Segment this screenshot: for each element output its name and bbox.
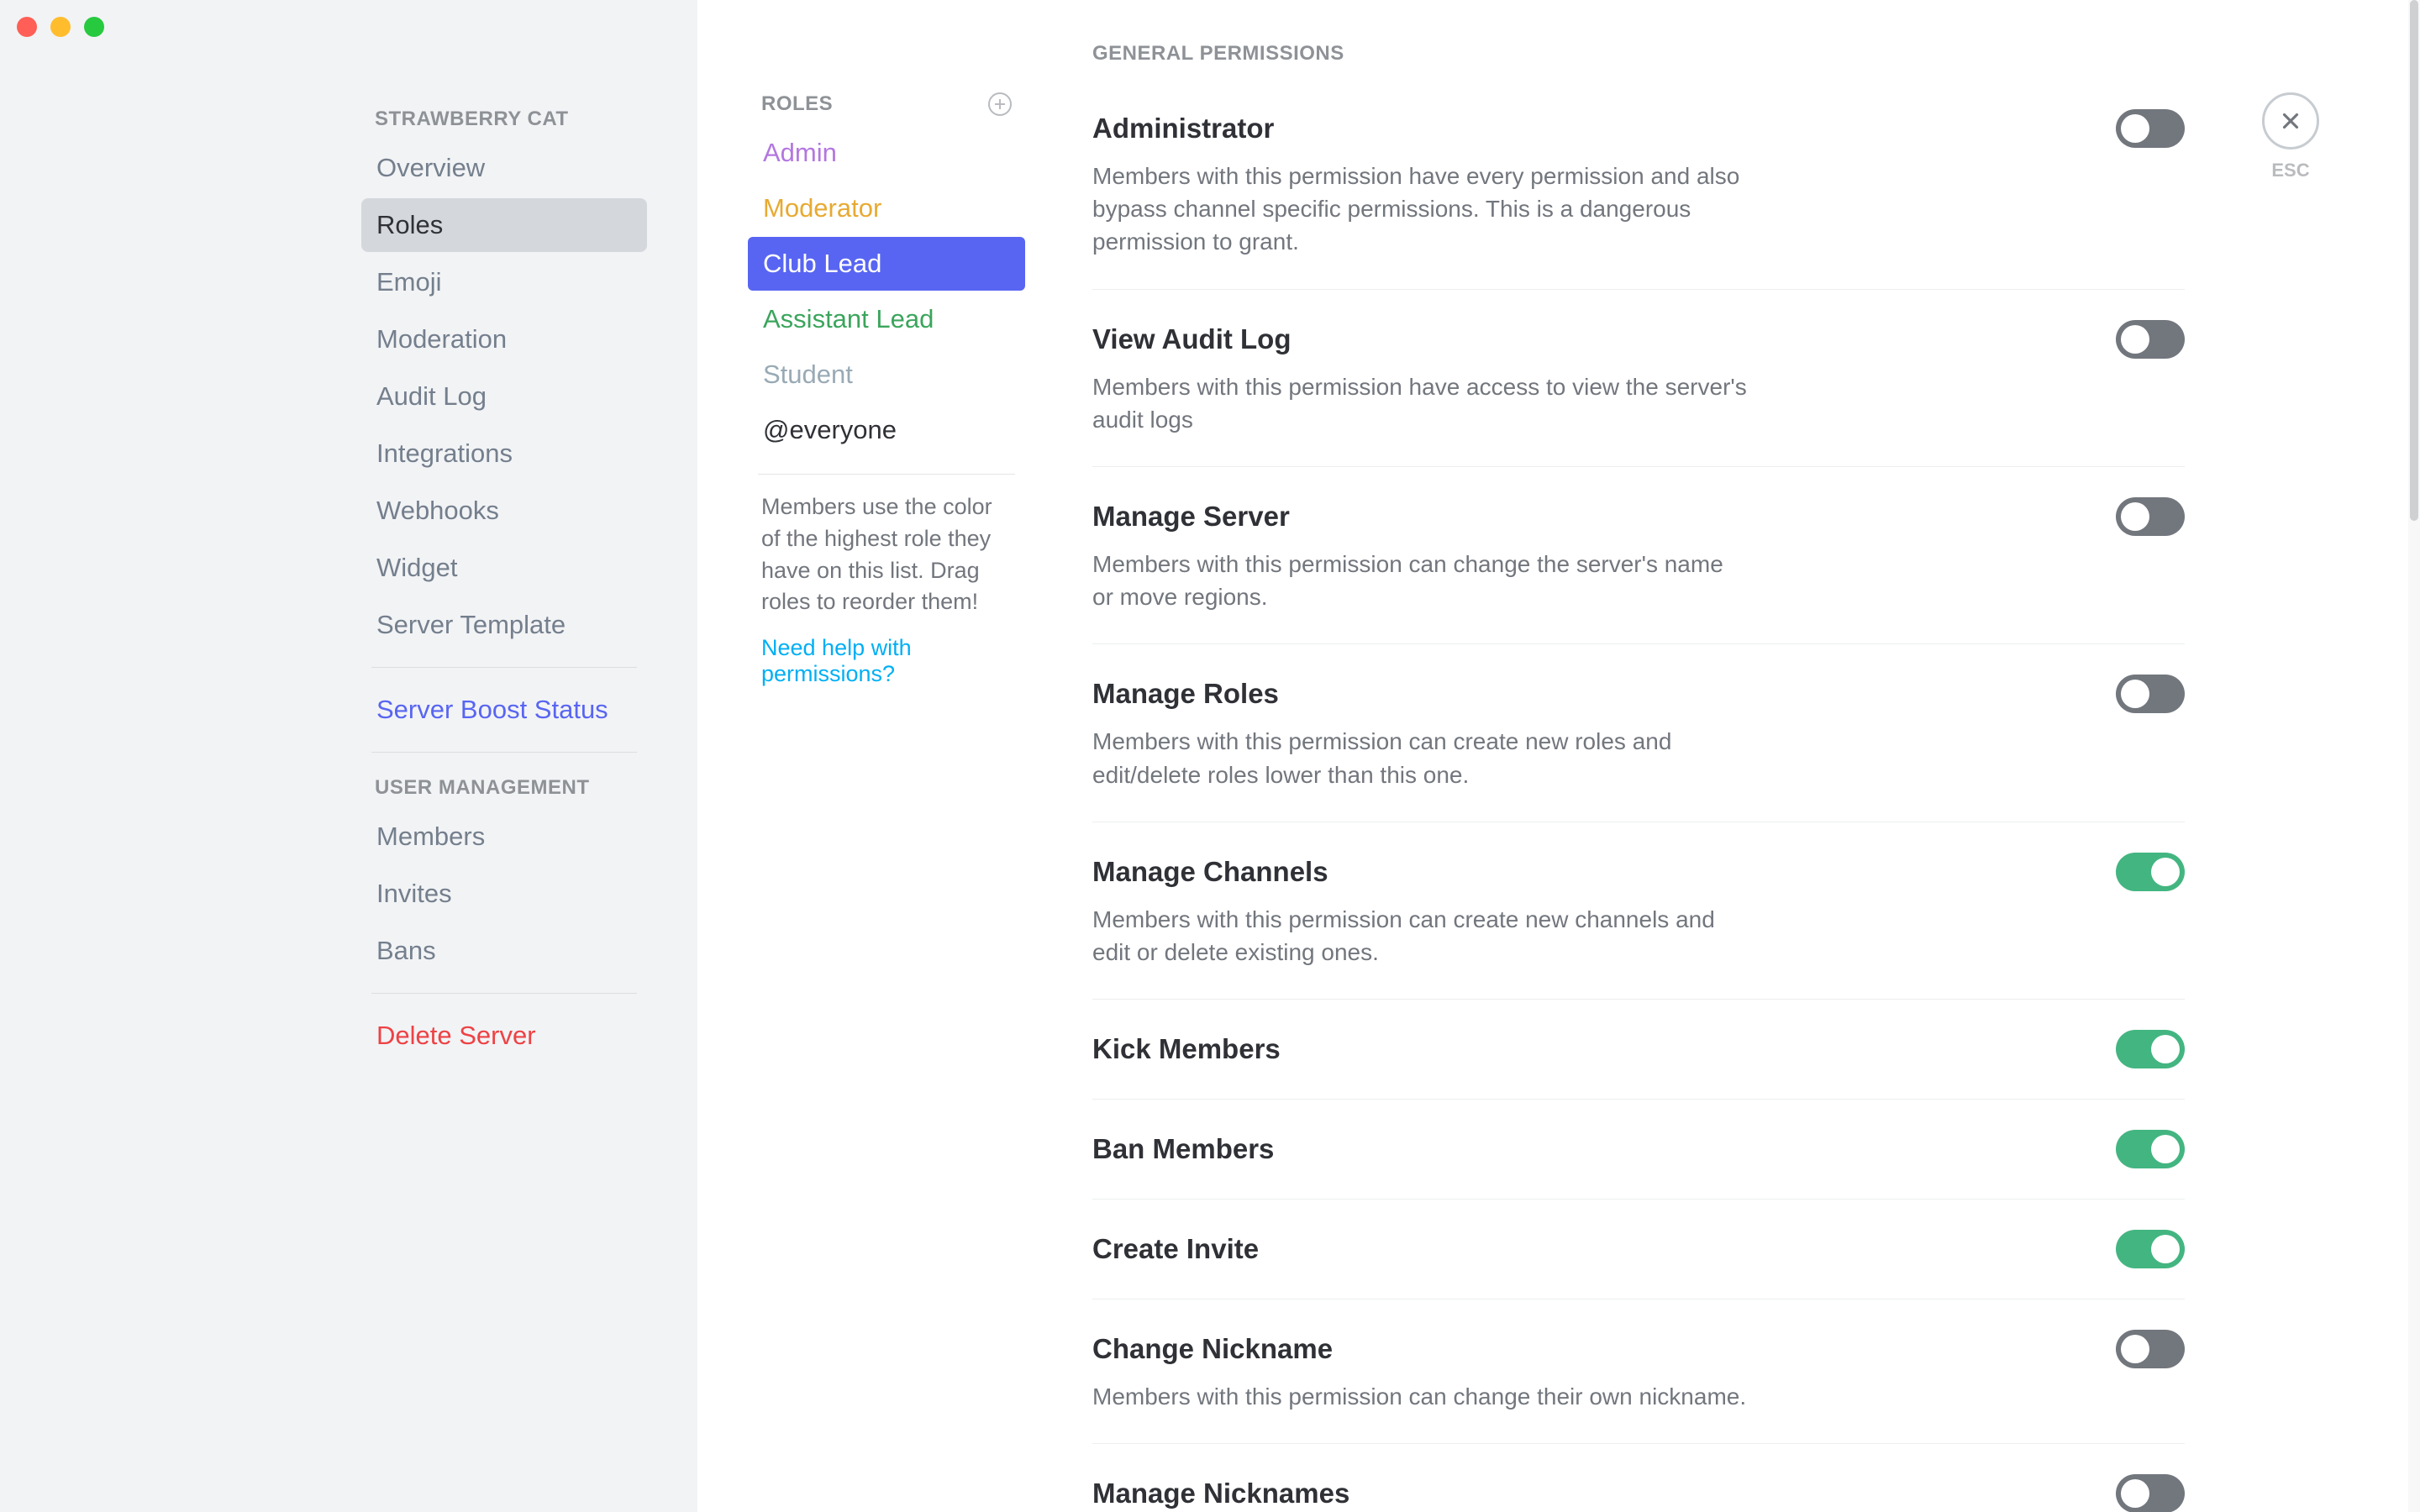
sidebar-item-server-template[interactable]: Server Template <box>361 598 647 652</box>
window-close-icon[interactable] <box>17 17 37 37</box>
server-name-heading: STRAWBERRY CAT <box>361 101 647 138</box>
permission-name: Manage Channels <box>1092 856 1328 888</box>
close-panel: ESC <box>2262 92 2319 181</box>
role-item-moderator[interactable]: Moderator <box>748 181 1025 235</box>
sidebar-item-moderation[interactable]: Moderation <box>361 312 647 366</box>
close-button[interactable] <box>2262 92 2319 150</box>
permission-description: Members with this permission can change … <box>1092 536 1748 613</box>
sidebar-item-roles[interactable]: Roles <box>361 198 647 252</box>
role-item-everyone[interactable]: @everyone <box>748 403 1025 457</box>
permission-name: Manage Roles <box>1092 678 1279 710</box>
sidebar-item-emoji[interactable]: Emoji <box>361 255 647 309</box>
main-panel: ROLES AdminModeratorClub LeadAssistant L… <box>697 0 2420 1512</box>
permission-name: Change Nickname <box>1092 1333 1333 1365</box>
sidebar-item-webhooks[interactable]: Webhooks <box>361 484 647 538</box>
sidebar-item-overview[interactable]: Overview <box>361 141 647 195</box>
sidebar-item-integrations[interactable]: Integrations <box>361 427 647 480</box>
sidebar-divider <box>371 993 637 994</box>
scrollbar-thumb[interactable] <box>2410 0 2418 521</box>
sidebar-divider <box>371 667 637 668</box>
permissions-help-link[interactable]: Need help with permissions? <box>748 618 1025 687</box>
role-item-assistant-lead[interactable]: Assistant Lead <box>748 292 1025 346</box>
esc-label: ESC <box>2262 160 2319 181</box>
permission-description: Members with this permission have every … <box>1092 148 1748 259</box>
window-controls <box>17 17 104 37</box>
permission-toggle[interactable] <box>2116 1474 2185 1512</box>
permission-name: View Audit Log <box>1092 323 1292 355</box>
permission-description: Members with this permission can change … <box>1092 1368 1748 1413</box>
permission-toggle[interactable] <box>2116 320 2185 359</box>
permission-toggle[interactable] <box>2116 1130 2185 1168</box>
permission-row: Administrator Members with this permissio… <box>1092 79 2185 290</box>
sidebar-item-server-boost[interactable]: Server Boost Status <box>361 683 647 737</box>
roles-divider <box>758 474 1015 475</box>
sidebar-divider <box>371 752 637 753</box>
permission-toggle[interactable] <box>2116 1330 2185 1368</box>
permission-toggle[interactable] <box>2116 675 2185 713</box>
close-icon <box>2278 108 2303 134</box>
sidebar-item-bans[interactable]: Bans <box>361 924 647 978</box>
permission-name: Ban Members <box>1092 1133 1274 1165</box>
sidebar-item-delete-server[interactable]: Delete Server <box>361 1009 647 1063</box>
user-management-heading: USER MANAGEMENT <box>361 769 647 806</box>
role-item-admin[interactable]: Admin <box>748 126 1025 180</box>
permission-row: Manage ChannelsMembers with this permiss… <box>1092 822 2185 1000</box>
permission-row: Change NicknameMembers with this permiss… <box>1092 1299 2185 1444</box>
role-item-student[interactable]: Student <box>748 348 1025 402</box>
permission-name: Administrator <box>1092 113 1274 144</box>
permissions-column: GENERAL PERMISSIONS Administrator Members… <box>1059 0 2420 1512</box>
roles-hint-text: Members use the color of the highest rol… <box>748 491 1025 618</box>
permission-toggle[interactable] <box>2116 109 2185 148</box>
sidebar-item-widget[interactable]: Widget <box>361 541 647 595</box>
permission-row: Kick Members <box>1092 1000 2185 1100</box>
permission-name: Manage Server <box>1092 501 1290 533</box>
permission-description: Members with this permission can create … <box>1092 891 1748 969</box>
permission-toggle[interactable] <box>2116 497 2185 536</box>
permission-row: Manage ServerMembers with this permissio… <box>1092 467 2185 644</box>
permission-description: Members with this permission have access… <box>1092 359 1748 436</box>
general-permissions-heading: GENERAL PERMISSIONS <box>1092 42 2185 79</box>
permission-row: Ban Members <box>1092 1100 2185 1200</box>
sidebar-item-audit-log[interactable]: Audit Log <box>361 370 647 423</box>
permission-row: Manage Nicknames <box>1092 1444 2185 1512</box>
window-maximize-icon[interactable] <box>84 17 104 37</box>
permission-toggle[interactable] <box>2116 1030 2185 1068</box>
role-item-club-lead[interactable]: Club Lead <box>748 237 1025 291</box>
permission-toggle[interactable] <box>2116 1230 2185 1268</box>
permission-description: Members with this permission can create … <box>1092 713 1748 790</box>
window-minimize-icon[interactable] <box>50 17 71 37</box>
roles-column: ROLES AdminModeratorClub LeadAssistant L… <box>697 0 1059 1512</box>
sidebar-item-members[interactable]: Members <box>361 810 647 864</box>
roles-heading: ROLES <box>761 92 833 116</box>
permission-name: Kick Members <box>1092 1033 1281 1065</box>
permission-row: View Audit Log Members with this permissi… <box>1092 290 2185 467</box>
sidebar-item-invites[interactable]: Invites <box>361 867 647 921</box>
permission-name: Manage Nicknames <box>1092 1478 1349 1509</box>
permission-row: Manage RolesMembers with this permission… <box>1092 644 2185 822</box>
permission-row: Create Invite <box>1092 1200 2185 1299</box>
permission-toggle[interactable] <box>2116 853 2185 891</box>
scrollbar-track[interactable] <box>2408 0 2420 1512</box>
settings-sidebar: STRAWBERRY CAT OverviewRolesEmojiModerat… <box>0 0 697 1512</box>
permission-name: Create Invite <box>1092 1233 1259 1265</box>
add-role-icon[interactable] <box>988 92 1012 116</box>
